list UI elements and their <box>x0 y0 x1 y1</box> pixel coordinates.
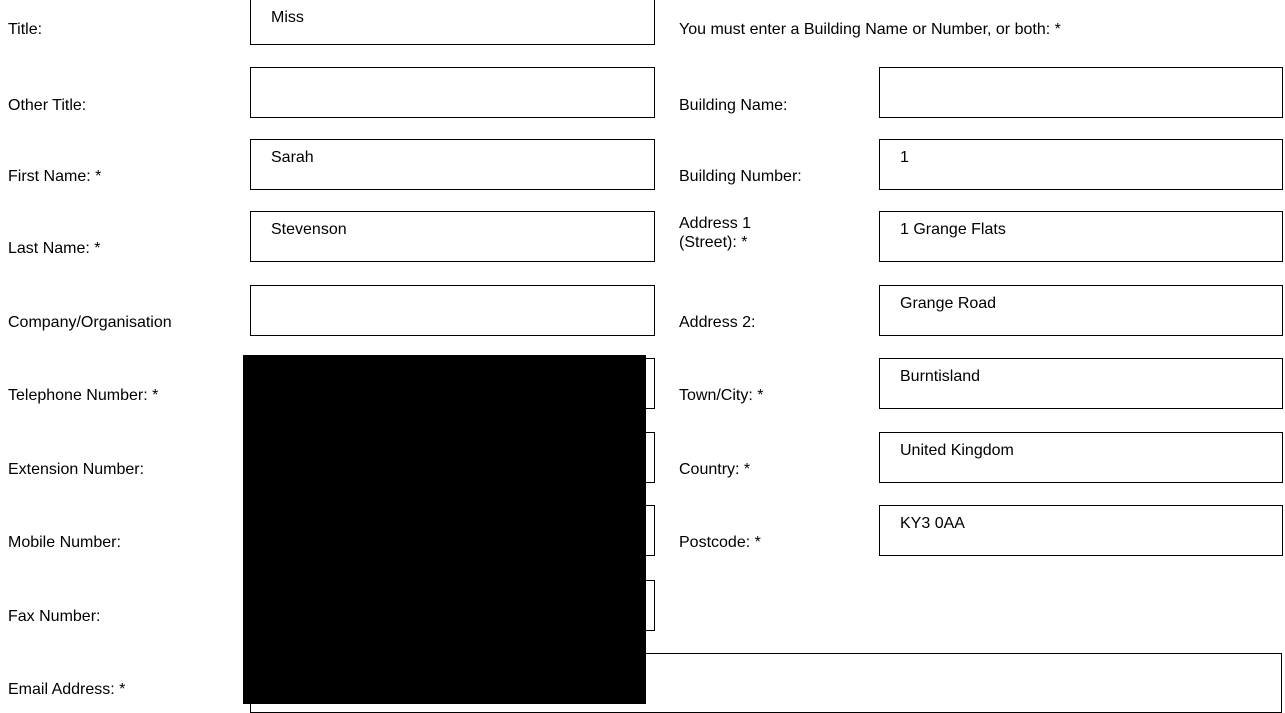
last-name-input[interactable]: Stevenson <box>250 211 655 262</box>
telephone-label: Telephone Number: * <box>8 387 159 404</box>
address1-label-line1: Address 1 <box>679 215 752 232</box>
address2-input[interactable]: Grange Road <box>879 285 1283 336</box>
building-number-label: Building Number: <box>679 168 802 185</box>
company-input[interactable] <box>250 285 655 336</box>
other-title-input[interactable] <box>250 67 655 118</box>
building-name-input[interactable] <box>879 67 1283 118</box>
building-name-label: Building Name: <box>679 97 788 114</box>
postcode-label: Postcode: * <box>679 534 761 551</box>
building-number-input[interactable]: 1 <box>879 139 1283 190</box>
address1-label-line2: (Street): * <box>679 234 748 251</box>
country-input[interactable]: United Kingdom <box>879 432 1283 483</box>
first-name-label: First Name: * <box>8 168 102 185</box>
address1-input[interactable]: 1 Grange Flats <box>879 211 1283 262</box>
address2-label: Address 2: <box>679 314 756 331</box>
town-input[interactable]: Burntisland <box>879 358 1283 409</box>
redaction-block <box>243 355 646 704</box>
mobile-label: Mobile Number: <box>8 534 121 551</box>
postcode-input[interactable]: KY3 0AA <box>879 505 1283 556</box>
title-input[interactable]: Miss <box>250 0 655 45</box>
fax-label: Fax Number: <box>8 608 101 625</box>
title-label: Title: <box>8 21 43 38</box>
address1-label: Address 1 (Street): * <box>679 214 751 252</box>
other-title-label: Other Title: <box>8 97 87 114</box>
town-label: Town/City: * <box>679 387 764 404</box>
extension-label: Extension Number: <box>8 461 145 478</box>
building-note: You must enter a Building Name or Number… <box>679 21 1061 38</box>
last-name-label: Last Name: * <box>8 240 101 257</box>
country-label: Country: * <box>679 461 751 478</box>
first-name-input[interactable]: Sarah <box>250 139 655 190</box>
company-label: Company/Organisation <box>8 314 172 331</box>
email-label: Email Address: * <box>8 681 126 698</box>
